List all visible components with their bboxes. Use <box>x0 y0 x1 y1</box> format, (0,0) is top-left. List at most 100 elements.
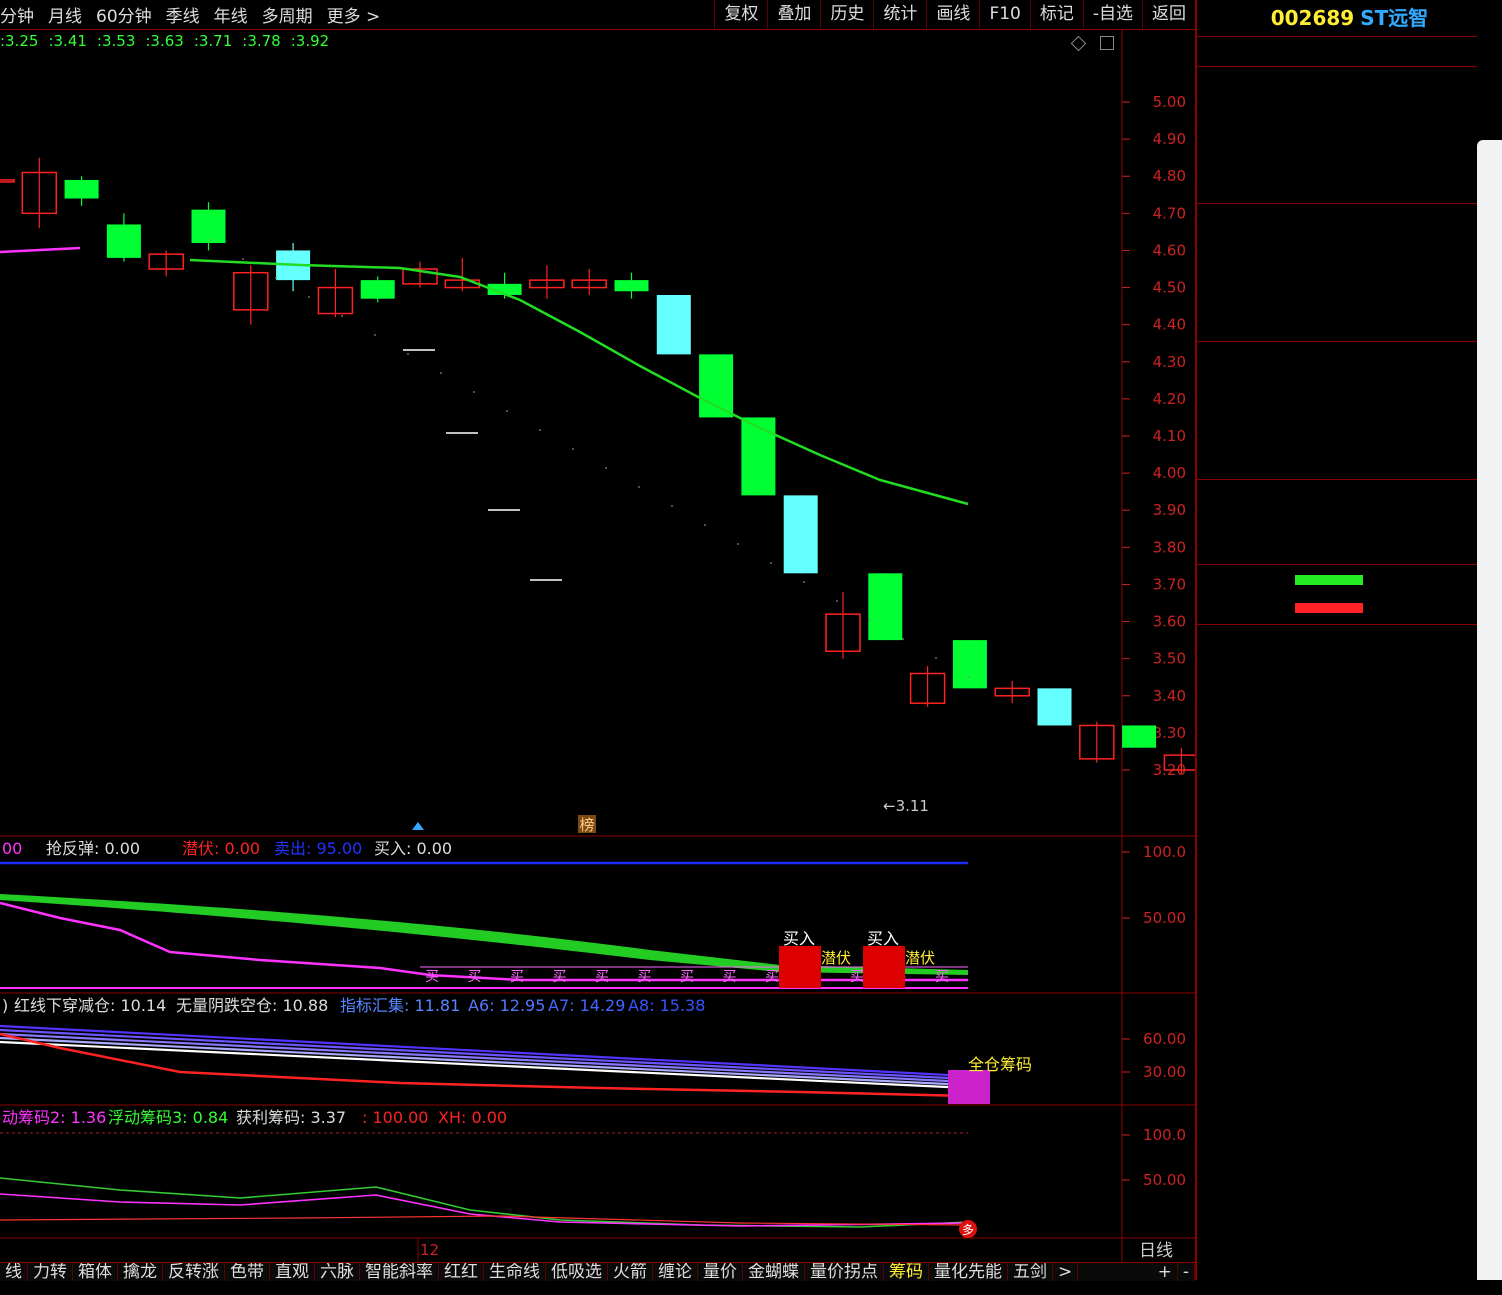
period-label[interactable]: 日线 <box>1139 1241 1173 1261</box>
ind1-legend-3: 卖出: 95.00 <box>274 839 362 858</box>
tool-button-1[interactable]: 叠加 <box>767 0 820 29</box>
buy-level-3[interactable] <box>1197 259 1477 286</box>
candle[interactable] <box>571 269 607 295</box>
trade-tick-row <box>1197 986 1477 1013</box>
trade-tick-row <box>1197 1191 1477 1218</box>
indicator-tab-8[interactable]: 智能斜率 <box>360 1263 439 1281</box>
tool-button-8[interactable]: 返回 <box>1142 0 1195 29</box>
low-price-label: ←3.11 <box>883 797 929 815</box>
ind1-buy-mark: 买 <box>680 969 694 985</box>
indicator-tab-20[interactable]: > <box>1053 1263 1079 1281</box>
candle[interactable] <box>656 294 691 355</box>
indicator-tab-9[interactable]: 红红 <box>439 1263 484 1281</box>
tool-button-6[interactable]: 标记 <box>1029 0 1083 29</box>
candle[interactable] <box>868 573 903 641</box>
period-tab-3[interactable]: 季线 <box>166 2 200 27</box>
indicator-panel-3[interactable]: 动筹码2: 1.36 浮动筹码3: 0.84 获利筹码: 3.37: 100.00 X… <box>0 1108 1186 1238</box>
indicator-tab-1[interactable]: 力转 <box>28 1263 73 1281</box>
tool-button-5[interactable]: F10 <box>979 0 1029 29</box>
candle[interactable] <box>317 269 354 318</box>
sell-level-2[interactable] <box>1197 149 1477 176</box>
candle[interactable] <box>1037 688 1072 726</box>
trade-tick-row <box>1197 1217 1477 1244</box>
indicator-tab-3[interactable]: 擒龙 <box>118 1263 163 1281</box>
indicator-tab-16[interactable]: 量价拐点 <box>805 1263 884 1281</box>
indicator-tab-6[interactable]: 直观 <box>270 1263 315 1281</box>
indicator-tab-2[interactable]: 箱体 <box>73 1263 118 1281</box>
stock-header[interactable]: 002689 ST远智 <box>1197 0 1502 36</box>
sell-level-1[interactable] <box>1197 176 1477 203</box>
indicator-tab-5[interactable]: 色带 <box>225 1263 270 1281</box>
overlay-window-edge[interactable] <box>1477 140 1502 1280</box>
indicator-tab-13[interactable]: 缠论 <box>653 1263 698 1281</box>
indicator-tab-19[interactable]: 五剑 <box>1008 1263 1053 1281</box>
tool-button-0[interactable]: 复权 <box>714 0 767 29</box>
ind2-legend-1: 红线下穿减仓: 10.14 <box>14 996 166 1015</box>
indicator-tab-4[interactable]: 反转涨 <box>163 1263 225 1281</box>
candle[interactable] <box>1079 721 1115 763</box>
candle[interactable] <box>699 354 734 418</box>
ind1-signal-bar-0[interactable] <box>779 946 821 988</box>
ind3-badge-text: 多 <box>962 1223 974 1237</box>
indicator-panel-2[interactable]: ) 红线下穿减仓: 10.14 无量阴跌空仓: 10.88 指标汇集: 11.81 A6… <box>0 996 1186 1104</box>
zoom-button-0[interactable]: + <box>1153 1263 1178 1281</box>
x-axis-label: 12 <box>420 1241 439 1259</box>
candle[interactable] <box>783 495 818 574</box>
zoom-button-1[interactable]: - <box>1178 1263 1195 1281</box>
indicator-tab-15[interactable]: 金蝴蝶 <box>743 1263 805 1281</box>
indicator-tab-18[interactable]: 量化先能 <box>929 1263 1008 1281</box>
candle[interactable] <box>402 261 438 288</box>
sell-level-5[interactable] <box>1197 68 1477 95</box>
sep-quote <box>1197 341 1477 342</box>
tool-button-3[interactable]: 统计 <box>873 0 926 29</box>
candle[interactable] <box>106 213 141 262</box>
tool-button-7[interactable]: -自选 <box>1082 0 1142 29</box>
candle[interactable] <box>952 640 987 689</box>
buy-level-2[interactable] <box>1197 232 1477 259</box>
period-tab-4[interactable]: 年线 <box>214 2 248 27</box>
chart-grid <box>0 30 1195 1262</box>
buy-level-1[interactable] <box>1197 205 1477 232</box>
indicator-tab-10[interactable]: 生命线 <box>484 1263 546 1281</box>
candle[interactable] <box>191 202 226 251</box>
indicator-tab-7[interactable]: 六脉 <box>315 1263 360 1281</box>
ind2-signal-bar[interactable] <box>948 1070 990 1104</box>
candle[interactable] <box>21 157 58 229</box>
indicator-tab-12[interactable]: 火箭 <box>608 1263 653 1281</box>
indicator-panel-1[interactable]: 00 抢反弹: 0.00 潜伏: 0.00 卖出: 95.00 买入: 0.00 100.… <box>0 839 1186 989</box>
candle[interactable] <box>0 176 15 183</box>
candle-body-down <box>868 573 903 641</box>
period-tab-1[interactable]: 月线 <box>48 2 82 27</box>
candle[interactable] <box>360 276 395 303</box>
period-tab-5[interactable]: 多周期 <box>262 2 313 27</box>
sell-level-3[interactable] <box>1197 122 1477 149</box>
candle[interactable] <box>909 666 946 707</box>
candle[interactable] <box>825 591 861 659</box>
candle[interactable] <box>1122 725 1157 748</box>
tool-button-4[interactable]: 画线 <box>926 0 979 29</box>
candle[interactable] <box>994 680 1030 704</box>
tool-button-2[interactable]: 历史 <box>820 0 873 29</box>
ind1-signal-bar-1[interactable] <box>863 946 905 988</box>
candle[interactable] <box>529 265 565 299</box>
buy-level-4[interactable] <box>1197 286 1477 313</box>
candlestick-series[interactable] <box>0 157 1195 800</box>
candle[interactable] <box>741 417 776 496</box>
candle[interactable] <box>148 250 184 277</box>
candle[interactable] <box>276 243 311 292</box>
indicator-tab-11[interactable]: 低吸选 <box>546 1263 608 1281</box>
period-tab-0[interactable]: 分钟 <box>0 2 34 27</box>
sell-level-4[interactable] <box>1197 95 1477 122</box>
indicator-tab-0[interactable]: 线 <box>0 1263 28 1281</box>
indicator-tab-17[interactable]: 筹码 <box>884 1263 929 1281</box>
candle[interactable] <box>614 272 649 299</box>
candle[interactable] <box>64 176 99 206</box>
indicator-tab-14[interactable]: 量价 <box>698 1263 743 1281</box>
buy-level-5[interactable] <box>1197 313 1477 340</box>
price-label-9: 4.10 <box>1153 427 1186 445</box>
period-tab-2[interactable]: 60分钟 <box>96 2 152 27</box>
kline-chart[interactable]: 5.00 4.90 4.80 4.70 4.60 4.50 4.40 4.30 4.20 4.10… <box>0 30 1195 1262</box>
candle[interactable] <box>233 265 269 325</box>
period-tab-6[interactable]: 更多 > <box>327 2 381 27</box>
ind3-axis-label-0: 100.0 <box>1143 1126 1186 1144</box>
